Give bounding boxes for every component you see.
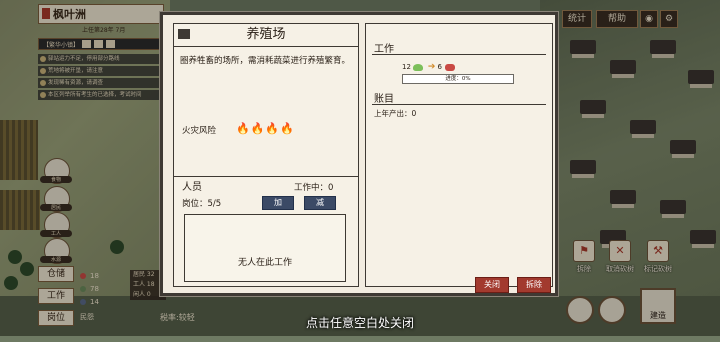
worker-list: 无人在此工作 — [184, 214, 346, 282]
divider — [174, 176, 358, 177]
vegetable-icon — [412, 63, 423, 71]
last-year-output: 上年产出：0 — [374, 109, 417, 118]
meat-icon — [444, 63, 455, 71]
work-section-title: 工作 — [374, 44, 394, 55]
input-qty: 12 — [402, 63, 411, 71]
production-panel: 工作 12 ➔ 6 进度：0% 账目 上年产出：0 — [365, 23, 553, 287]
ledger-section-title: 账目 — [374, 94, 394, 105]
add-post-button[interactable]: 加 — [262, 196, 294, 210]
arrow-right-icon: ➔ — [427, 62, 436, 72]
dialog-title-bar: 养殖场 — [174, 24, 358, 47]
divider — [372, 104, 546, 105]
close-button[interactable]: 关闭 — [475, 277, 509, 293]
empty-worker-text: 无人在此工作 — [237, 258, 292, 268]
dialog-title: 养殖场 — [246, 27, 286, 42]
fire-risk-icons: 🔥🔥🔥🔥 — [236, 122, 295, 135]
building-info-panel: 养殖场 圈养牲畜的场所，需消耗蔬菜进行养殖繁育。 火灾风险 🔥🔥🔥🔥 人员 工作… — [173, 23, 359, 287]
fire-risk-label: 火灾风险 — [182, 126, 217, 136]
building-description: 圈养牲畜的场所，需消耗蔬菜进行养殖繁育。 — [180, 56, 351, 66]
post-count: 岗位：5/5 — [182, 199, 222, 209]
building-dialog: 养殖场 圈养牲畜的场所，需消耗蔬菜进行养殖繁育。 火灾风险 🔥🔥🔥🔥 人员 工作… — [160, 12, 558, 296]
output-qty: 6 — [437, 63, 442, 71]
close-hint: 点击任意空白处关闭 — [305, 316, 414, 330]
staff-title: 人员 — [182, 182, 202, 193]
reduce-post-button[interactable]: 减 — [304, 196, 336, 210]
progress-bar: 进度：0% — [402, 74, 514, 84]
working-count: 工作中：0 — [294, 183, 334, 193]
demolish-button[interactable]: 拆除 — [517, 277, 551, 293]
building-icon — [178, 29, 190, 39]
recipe: 12 ➔ 6 — [402, 62, 455, 72]
divider — [372, 54, 546, 55]
